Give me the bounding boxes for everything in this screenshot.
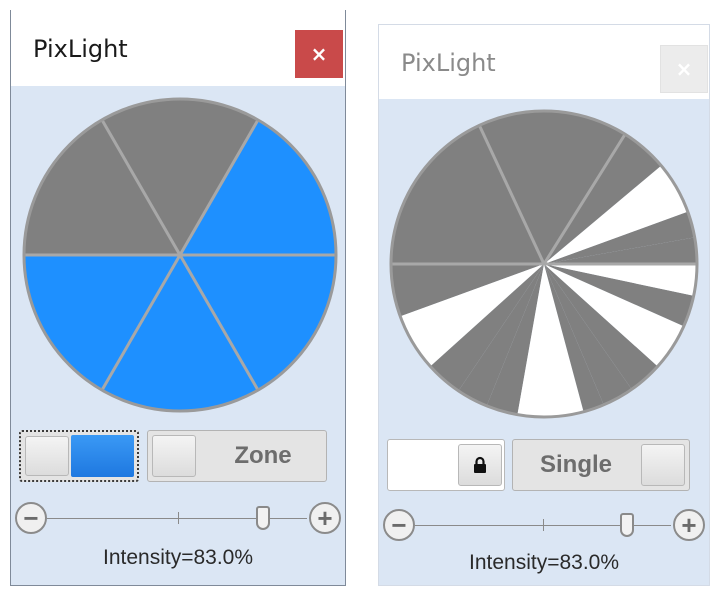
close-icon: × [675,57,693,81]
lock-icon [474,456,486,473]
window-title: PixLight [401,49,496,77]
zone-wheel[interactable] [19,94,341,416]
close-button[interactable]: × [660,45,708,93]
minus-button[interactable]: − [383,509,415,541]
minus-icon: − [23,503,39,533]
color-swatch[interactable] [71,435,134,477]
intensity-label: Intensity=83.0% [102,546,253,569]
close-icon: × [310,42,328,66]
intensity-slider[interactable]: − + [379,509,709,545]
pixlight-window-left: PixLight × Zone − + Intensity=83.0% [10,10,346,586]
plus-icon: + [317,503,333,533]
pixel-wheel[interactable] [385,105,703,423]
mode-label: Single [539,451,612,478]
toggle-knob[interactable] [25,436,69,476]
mode-toggle-knob[interactable] [152,435,196,477]
plus-button[interactable]: + [673,509,705,541]
minus-button[interactable]: − [15,502,47,534]
intensity-slider[interactable]: − + [11,502,345,538]
title-bar: PixLight × [11,10,345,86]
window-title: PixLight [33,35,128,63]
slider-center-tick [543,519,544,531]
slider-thumb[interactable] [620,513,635,537]
title-bar: PixLight × [379,25,709,99]
minus-icon: − [391,510,407,540]
intensity-label: Intensity=83.0% [468,551,619,574]
plus-icon: + [681,510,697,540]
color-toggle[interactable] [19,430,139,482]
color-toggle[interactable] [387,439,505,491]
plus-button[interactable]: + [309,502,341,534]
mode-toggle[interactable]: Zone [147,430,327,482]
lock-button[interactable] [458,444,502,486]
pixlight-window-right: PixLight × Single − + Intensity=83.0% [378,24,710,586]
slider-center-tick [178,512,179,524]
close-button[interactable]: × [295,30,343,78]
slider-thumb[interactable] [255,506,270,530]
mode-toggle[interactable]: Single [512,439,690,491]
mode-label: Zone [234,442,292,469]
mode-toggle-knob[interactable] [641,444,685,486]
